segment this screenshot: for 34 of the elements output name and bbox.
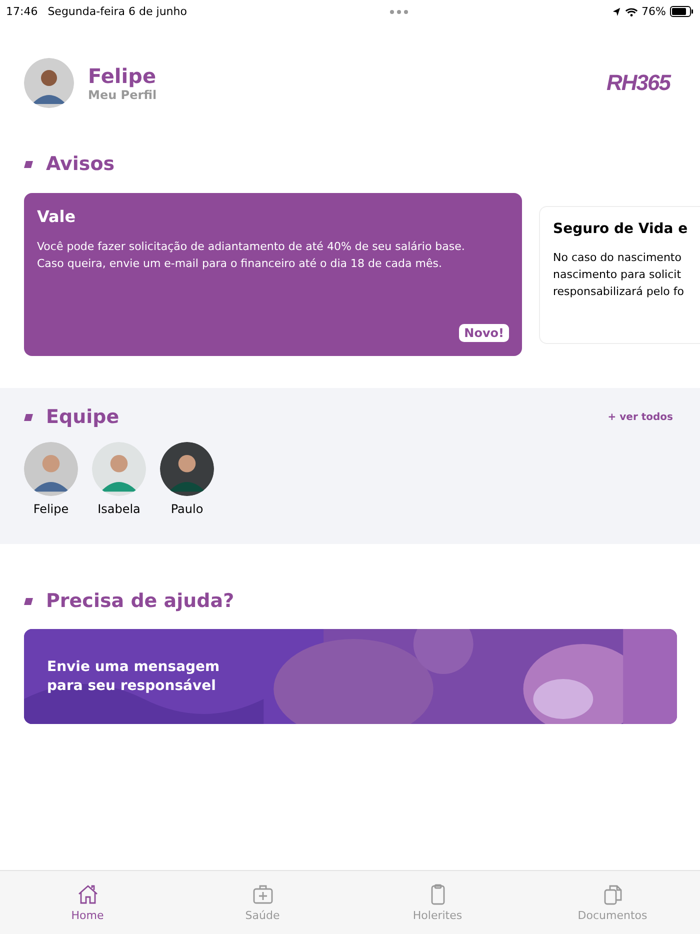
member-name: Felipe (33, 502, 69, 516)
see-all-link[interactable]: + ver todos (608, 412, 673, 422)
app-logo: RH365 (606, 70, 670, 96)
section-title: Equipe (46, 406, 120, 428)
first-aid-kit-icon (252, 883, 274, 905)
notice-card[interactable]: Seguro de Vida e No caso do nascimento nascimento para solicit responsabilizará pelo fo (539, 206, 700, 344)
card-text: No caso do nascimento (553, 250, 682, 266)
flag-icon (24, 414, 33, 420)
profile-name: Felipe (88, 64, 158, 88)
more-icon (389, 8, 410, 14)
flag-icon (24, 598, 33, 604)
new-badge: Novo! (459, 324, 509, 342)
section-title: Precisa de ajuda? (46, 590, 234, 612)
battery-icon (670, 6, 694, 17)
profile-link[interactable]: Meu Perfil (88, 88, 593, 102)
nav-tab[interactable]: Home (0, 871, 175, 934)
member-name: Paulo (170, 502, 204, 516)
member-name: Isabela (98, 502, 140, 516)
documents-icon (602, 883, 624, 905)
status-time: 17:46 (6, 5, 38, 18)
wifi-icon (624, 6, 638, 16)
card-title: Vale (37, 207, 77, 226)
banner-text: Envie uma mensagem para seu responsável (47, 658, 221, 696)
location-icon (612, 7, 621, 16)
card-text: Você pode fazer solicitação de adiantamento de até 40% de seu salário base. Caso queira, envie um e-mail para o financeiro até o dia 18 de cada mês. (37, 239, 466, 272)
card-text: nascimento para solicit (553, 267, 682, 283)
card-title: Seguro de Vida e (553, 221, 689, 237)
status-date: Segunda-feira 6 de junho (48, 5, 187, 18)
battery-level: 76% (642, 5, 666, 18)
section-title: Avisos (46, 153, 115, 175)
card-text: responsabilizará pelo fo (553, 284, 685, 300)
notice-card[interactable]: Vale Você pode fazer solicitação de adiantamento de até 40% de seu salário base. Caso queira, envie um e-mail para o financeiro até o dia 18 de cada mês. Novo! (24, 193, 522, 356)
flag-icon (24, 160, 33, 168)
home-icon (76, 883, 98, 905)
